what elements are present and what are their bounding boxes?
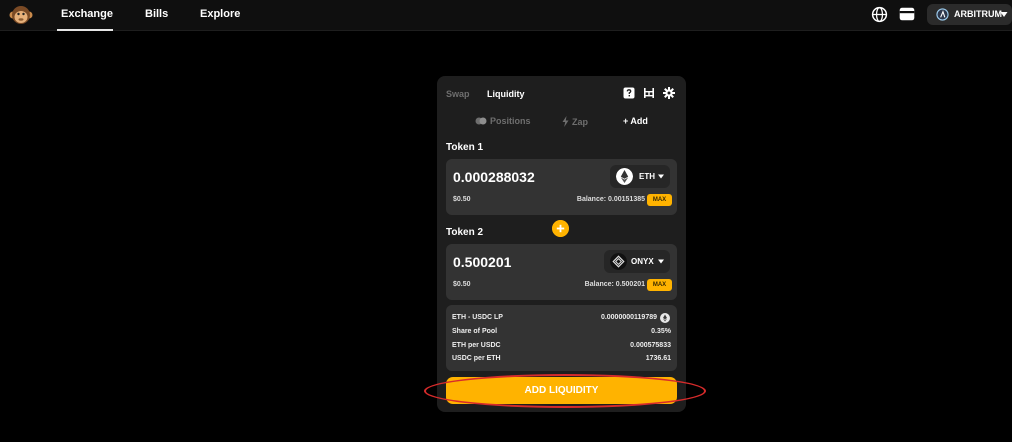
- usdc-per-eth-label: USDC per ETH: [452, 355, 501, 362]
- chevron-down-icon: [1000, 12, 1008, 17]
- usdc-per-eth-value: 1736.61: [645, 355, 671, 362]
- top-navigation-bar: Exchange Bills Explore ARBITRUM: [0, 0, 1012, 31]
- token1-label: Token 1: [446, 142, 484, 153]
- token2-symbol: ONYX: [631, 257, 654, 266]
- subtab-positions-label: Positions: [490, 116, 531, 126]
- token1-max-button[interactable]: MAX: [647, 194, 672, 206]
- token2-balance: Balance: 0.500201: [584, 281, 645, 288]
- arbitrum-icon: [936, 8, 949, 21]
- liquidity-card: Swap Liquidity Positions Zap + Add Token…: [437, 76, 686, 412]
- subtab-zap[interactable]: Zap: [562, 116, 588, 127]
- subtab-add[interactable]: + Add: [623, 116, 648, 126]
- wallet-icon[interactable]: [899, 7, 915, 21]
- nav-exchange[interactable]: Exchange: [61, 8, 113, 20]
- eth-per-usdc-label: ETH per USDC: [452, 342, 501, 349]
- token1-amount-input[interactable]: 0.000288032: [453, 169, 535, 185]
- chevron-down-icon: [658, 259, 664, 264]
- eth-per-usdc-value: 0.000575833: [630, 342, 671, 349]
- token1-symbol: ETH: [639, 172, 655, 181]
- bridge-icon[interactable]: [643, 87, 655, 99]
- eth-icon: [616, 168, 633, 185]
- token2-select-button[interactable]: ONYX: [604, 250, 670, 273]
- share-label: Share of Pool: [452, 328, 498, 335]
- share-value: 0.35%: [651, 328, 671, 335]
- chevron-down-icon: [658, 174, 664, 179]
- help-icon[interactable]: [623, 87, 635, 99]
- token1-input-box: 0.000288032 ETH $0.50 Balance: 0.0015138…: [446, 159, 677, 215]
- subtab-positions[interactable]: Positions: [475, 116, 531, 126]
- network-selector-button[interactable]: ARBITRUM: [927, 4, 1012, 25]
- token1-select-button[interactable]: ETH: [610, 165, 670, 188]
- info-row-usdc-per-eth: USDC per ETH 1736.61: [452, 355, 671, 365]
- highlight-annotation-ring: [424, 374, 706, 408]
- lightning-icon: [562, 116, 569, 127]
- active-nav-indicator: [57, 29, 113, 31]
- info-row-share: Share of Pool 0.35%: [452, 328, 671, 338]
- token2-input-box: 0.500201 ONYX $0.50 Balance: 0.500201 MA…: [446, 244, 677, 300]
- token1-balance: Balance: 0.00151385: [576, 196, 645, 203]
- token2-usd-value: $0.50: [453, 281, 471, 288]
- lp-label: ETH - USDC LP: [452, 314, 503, 321]
- token2-max-button[interactable]: MAX: [647, 279, 672, 291]
- gear-icon[interactable]: [663, 87, 675, 99]
- plus-icon: [552, 220, 569, 237]
- nav-explore[interactable]: Explore: [200, 8, 240, 20]
- lp-token-icon: [660, 313, 670, 323]
- info-row-lp: ETH - USDC LP 0.0000000119789: [452, 313, 671, 324]
- info-row-eth-per-usdc: ETH per USDC 0.000575833: [452, 342, 671, 352]
- subtab-zap-label: Zap: [572, 116, 589, 127]
- token2-amount-input[interactable]: 0.500201: [453, 254, 511, 270]
- onyx-icon: [610, 253, 627, 270]
- globe-icon[interactable]: [871, 6, 888, 23]
- nav-bills[interactable]: Bills: [145, 8, 168, 20]
- token2-label: Token 2: [446, 227, 484, 238]
- lp-value: 0.0000000119789: [600, 314, 657, 321]
- subtab-add-label: + Add: [623, 116, 648, 126]
- pool-info-box: ETH - USDC LP 0.0000000119789 Share of P…: [446, 305, 677, 371]
- tab-liquidity[interactable]: Liquidity: [487, 89, 525, 99]
- positions-icon: [475, 117, 487, 125]
- tab-swap[interactable]: Swap: [446, 89, 470, 99]
- ape-logo-icon[interactable]: [9, 3, 33, 27]
- token1-usd-value: $0.50: [453, 196, 471, 203]
- network-label: ARBITRUM: [954, 9, 1002, 19]
